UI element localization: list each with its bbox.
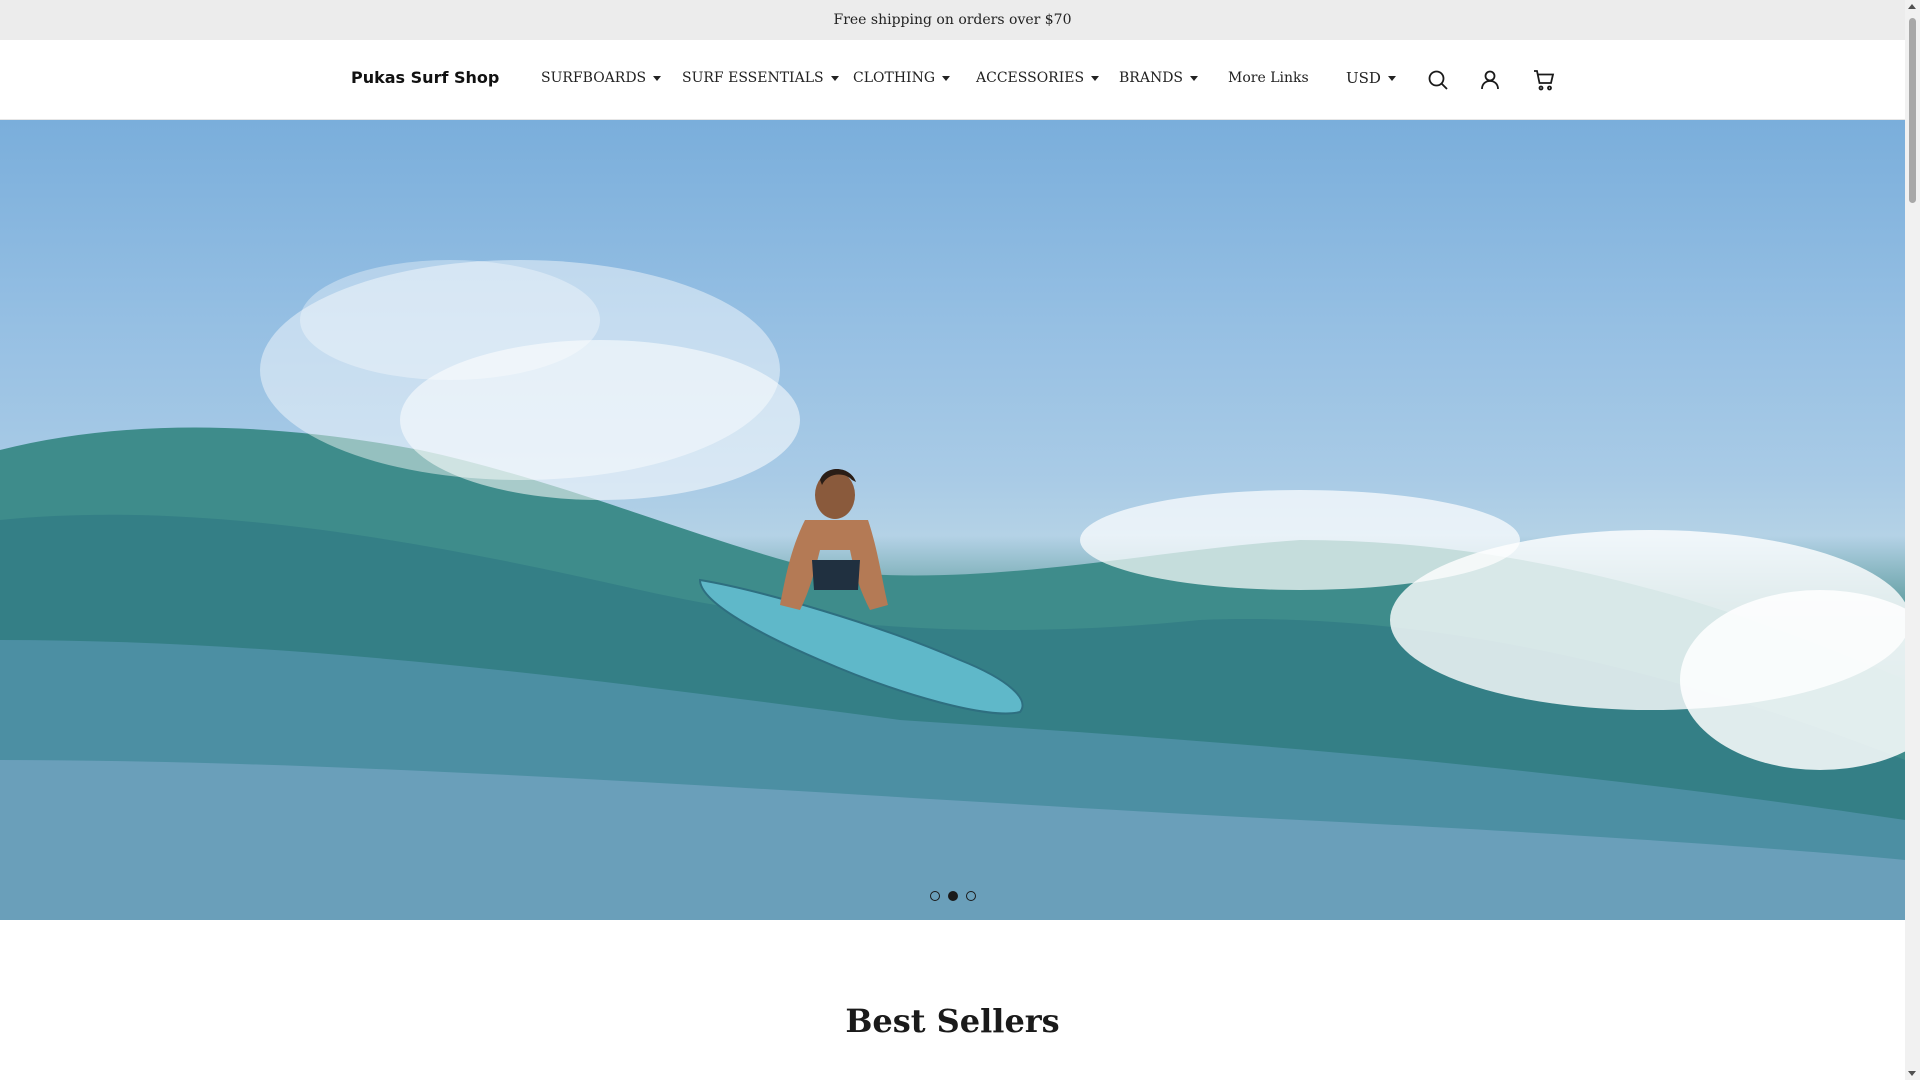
currency-label: USD: [1346, 69, 1381, 87]
caret-down-icon: [942, 75, 950, 81]
scroll-thumb[interactable]: [1909, 18, 1916, 203]
slide-dot-1[interactable]: [929, 891, 940, 901]
nav-item-label: More Links: [1228, 70, 1309, 86]
nav-item-label: SURFBOARDS: [541, 70, 647, 86]
nav-item-accessories[interactable]: ACCESSORIES: [976, 70, 1100, 86]
caret-down-icon: [1190, 75, 1199, 81]
hero-banner[interactable]: [0, 120, 1905, 920]
nav-item-surfboards[interactable]: SURFBOARDS: [541, 70, 662, 86]
caret-down-icon: [1091, 75, 1100, 81]
nav-item-brands[interactable]: BRANDS: [1119, 70, 1199, 86]
cart-icon[interactable]: [1532, 68, 1556, 92]
nav-item-surf-essentials[interactable]: SURF ESSENTIALS: [682, 70, 839, 86]
site-header: Pukas Surf Shop SURFBOARDS SURF ESSENTIA…: [0, 40, 1905, 120]
nav-item-label: ACCESSORIES: [976, 70, 1085, 86]
nav-item-clothing[interactable]: CLOTHING: [853, 70, 950, 86]
announcement-bar: Free shipping on orders over $70: [0, 0, 1905, 40]
slide-dot-2[interactable]: [947, 891, 958, 901]
nav-item-label: SURF ESSENTIALS: [682, 70, 824, 86]
scroll-up-arrow-icon[interactable]: [1908, 4, 1916, 9]
currency-selector[interactable]: USD: [1346, 69, 1396, 87]
nav-item-label: BRANDS: [1119, 70, 1184, 86]
page-scrollbar[interactable]: [1905, 0, 1920, 1080]
caret-down-icon: [653, 75, 662, 81]
caret-down-icon: [1387, 75, 1396, 81]
slider-dots: [0, 891, 1905, 901]
caret-down-icon: [830, 75, 839, 81]
announcement-text: Free shipping on orders over $70: [833, 12, 1072, 28]
search-icon[interactable]: [1426, 68, 1450, 92]
nav-item-more-links[interactable]: More Links: [1228, 70, 1309, 86]
best-sellers-heading: Best Sellers: [845, 1002, 1060, 1040]
site-logo[interactable]: Pukas Surf Shop: [351, 68, 499, 87]
hero-surfer-image: [0, 260, 1905, 920]
slide-dot-3[interactable]: [965, 891, 976, 901]
scroll-down-arrow-icon[interactable]: [1908, 1071, 1916, 1076]
nav-item-label: CLOTHING: [853, 70, 935, 86]
account-icon[interactable]: [1478, 68, 1502, 92]
